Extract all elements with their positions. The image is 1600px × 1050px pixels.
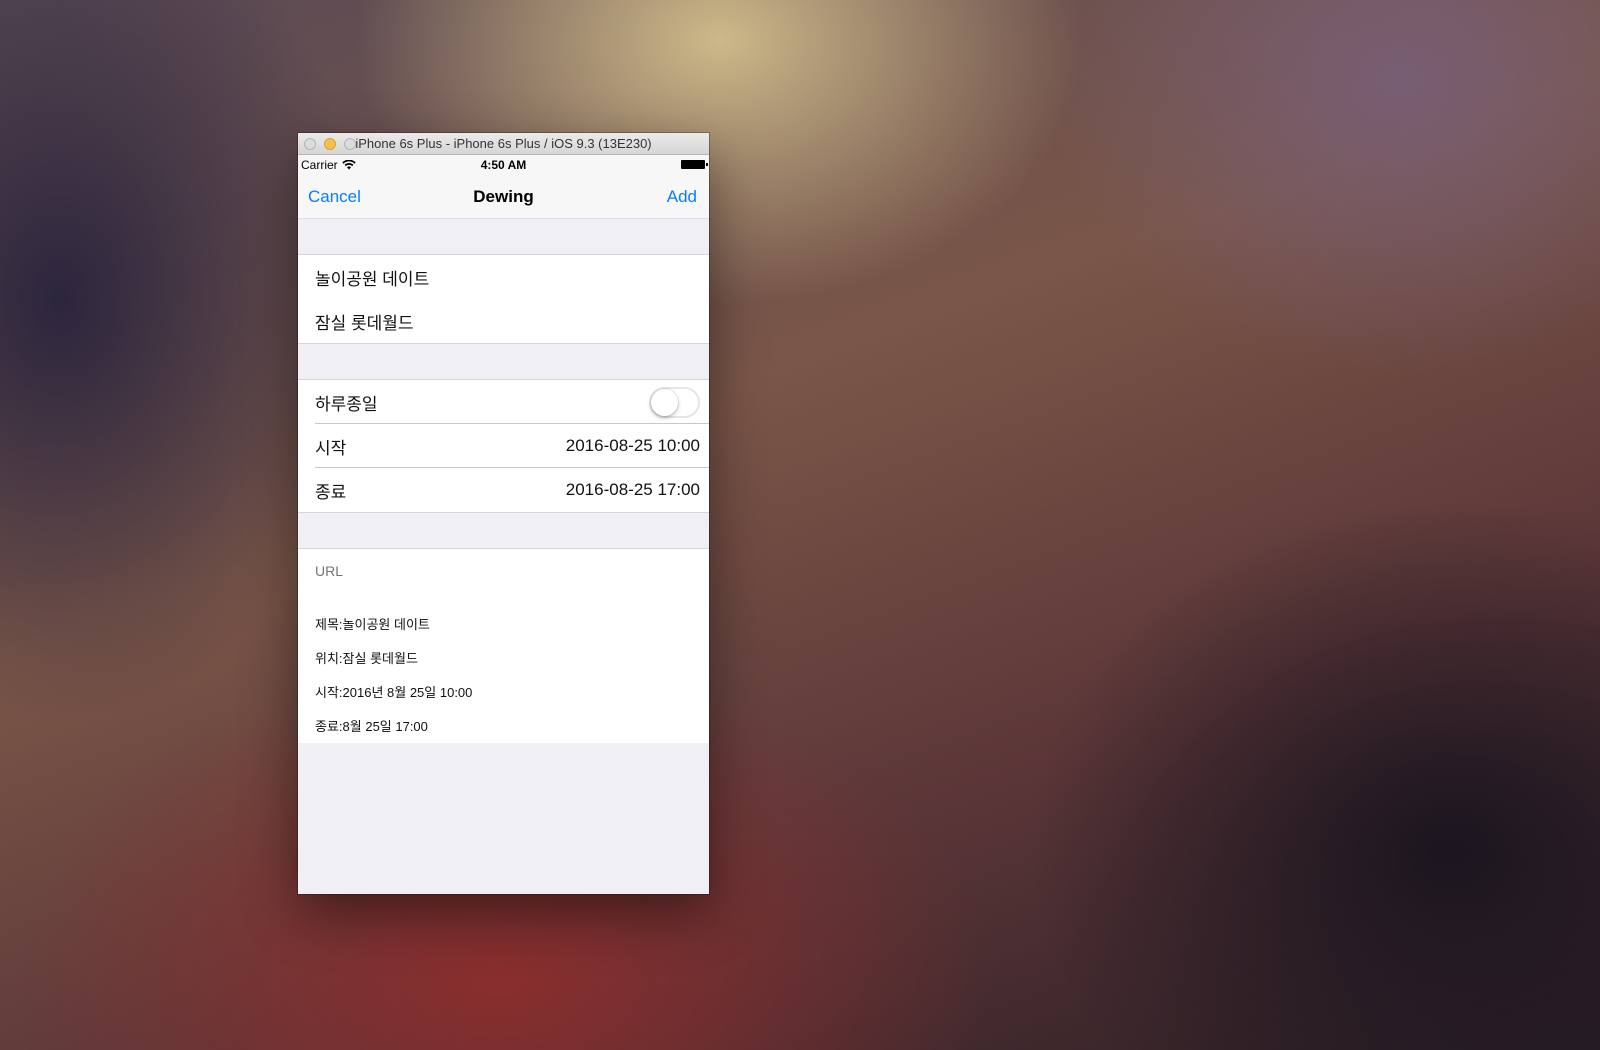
battery-icon bbox=[681, 160, 708, 169]
nav-title: Dewing bbox=[473, 186, 534, 206]
notes-line: 종료:8월 25일 17:00 bbox=[315, 719, 428, 734]
url-field[interactable] bbox=[315, 561, 692, 581]
toggle-knob bbox=[651, 388, 678, 416]
navigation-bar: Cancel Dewing Add bbox=[298, 175, 709, 219]
url-notes-group: 제목:놀이공원 데이트 위치:잠실 롯데월드 시작:2016년 8월 25일 1… bbox=[298, 548, 709, 743]
all-day-label: 하루종일 bbox=[315, 394, 378, 414]
section-spacer bbox=[298, 219, 709, 254]
start-date-row[interactable]: 시작 2016-08-25 10:00 bbox=[298, 424, 709, 468]
simulator-window: iPhone 6s Plus - iPhone 6s Plus / iOS 9.… bbox=[298, 133, 709, 894]
section-spacer bbox=[298, 513, 709, 548]
all-day-toggle[interactable] bbox=[649, 386, 700, 418]
date-group: 하루종일 시작 2016-08-25 10:00 종료 2016-08-25 1… bbox=[298, 379, 709, 513]
notes-line: 위치:잠실 롯데월드 bbox=[315, 651, 418, 666]
start-label: 시작 bbox=[315, 438, 347, 458]
end-value: 2016-08-25 17:00 bbox=[565, 480, 700, 499]
section-spacer bbox=[298, 344, 709, 379]
end-date-row[interactable]: 종료 2016-08-25 17:00 bbox=[298, 468, 709, 512]
notes-line: 시작:2016년 8월 25일 10:00 bbox=[315, 685, 473, 700]
desktop-background: iPhone 6s Plus - iPhone 6s Plus / iOS 9.… bbox=[0, 0, 1600, 1050]
all-day-row: 하루종일 bbox=[298, 380, 709, 424]
notes-text[interactable]: 제목:놀이공원 데이트 위치:잠실 롯데월드 시작:2016년 8월 25일 1… bbox=[315, 599, 692, 752]
window-title: iPhone 6s Plus - iPhone 6s Plus / iOS 9.… bbox=[355, 136, 652, 151]
end-label: 종료 bbox=[315, 482, 347, 502]
window-titlebar[interactable]: iPhone 6s Plus - iPhone 6s Plus / iOS 9.… bbox=[298, 133, 709, 155]
status-bar: Carrier 4:50 AM bbox=[298, 155, 709, 175]
notes-line: 제목:놀이공원 데이트 bbox=[315, 617, 430, 632]
event-title-field[interactable]: 놀이공원 데이트 bbox=[298, 255, 709, 299]
add-button[interactable]: Add bbox=[667, 187, 697, 207]
status-time: 4:50 AM bbox=[480, 158, 527, 172]
title-location-group: 놀이공원 데이트 잠실 롯데월드 bbox=[298, 254, 709, 344]
start-value: 2016-08-25 10:00 bbox=[565, 436, 700, 455]
event-location-field[interactable]: 잠실 롯데월드 bbox=[298, 299, 709, 343]
